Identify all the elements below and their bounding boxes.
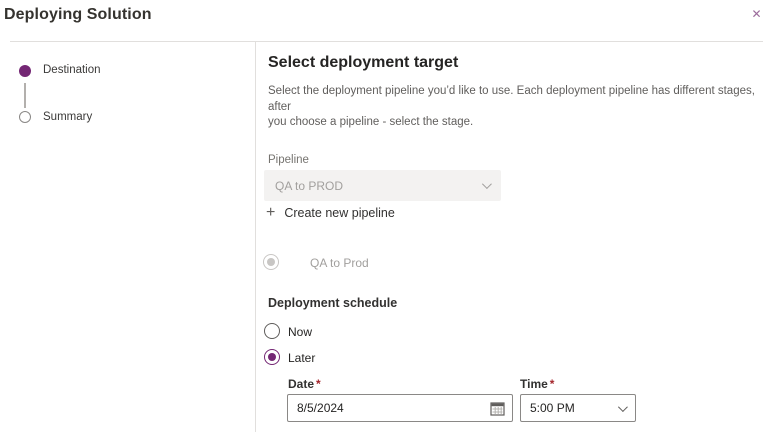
- date-field-label: Date *: [288, 377, 321, 391]
- stage-radio-qa-to-prod[interactable]: [263, 254, 279, 270]
- page-description: Select the deployment pipeline you’d lik…: [268, 84, 768, 131]
- pipeline-dropdown[interactable]: QA to PROD: [264, 170, 501, 201]
- required-asterisk: *: [316, 377, 321, 391]
- description-line-2: you choose a pipeline - select the stage…: [268, 116, 474, 128]
- dialog-title: Deploying Solution: [4, 6, 152, 23]
- pipeline-field-label: Pipeline: [268, 154, 309, 166]
- radio-dot: [268, 353, 276, 361]
- close-icon[interactable]: ✕: [746, 3, 767, 24]
- page-title: Select deployment target: [268, 54, 459, 71]
- schedule-now-label: Now: [288, 325, 313, 339]
- date-label-text: Date: [288, 377, 315, 391]
- pipeline-dropdown-value: QA to PROD: [275, 178, 344, 193]
- date-input-value: 8/5/2024: [297, 401, 344, 415]
- description-line-1: Select the deployment pipeline you’d lik…: [268, 85, 755, 113]
- schedule-later-radio[interactable]: [264, 349, 280, 365]
- chevron-down-icon: [481, 179, 492, 190]
- schedule-later-label: Later: [288, 351, 316, 365]
- header-divider: [10, 41, 763, 42]
- deployment-schedule-label: Deployment schedule: [268, 296, 398, 310]
- time-dropdown-value: 5:00 PM: [530, 401, 575, 415]
- time-dropdown[interactable]: 5:00 PM: [520, 394, 636, 422]
- time-label-text: Time: [520, 377, 548, 391]
- step-connector: [24, 83, 26, 108]
- required-asterisk: *: [549, 377, 555, 391]
- step-destination-label: Destination: [43, 64, 101, 76]
- chevron-down-icon: [617, 401, 628, 412]
- create-new-pipeline-button[interactable]: + Create new pipeline: [266, 205, 395, 221]
- date-input[interactable]: 8/5/2024: [287, 394, 513, 422]
- step-current-dot: [19, 65, 31, 77]
- plus-icon: +: [266, 204, 276, 221]
- schedule-now-radio[interactable]: [264, 323, 280, 339]
- step-upcoming-dot: [19, 111, 31, 123]
- radio-dot: [267, 258, 275, 266]
- panel-divider: [255, 42, 256, 432]
- create-new-pipeline-label: Create new pipeline: [284, 206, 395, 220]
- calendar-icon[interactable]: [490, 401, 505, 416]
- stage-radio-label: QA to Prod: [310, 256, 369, 270]
- time-field-label: Time *: [520, 377, 554, 391]
- deploying-solution-dialog: Deploying Solution ✕ Destination Summary…: [0, 0, 768, 432]
- step-summary-label: Summary: [43, 111, 93, 123]
